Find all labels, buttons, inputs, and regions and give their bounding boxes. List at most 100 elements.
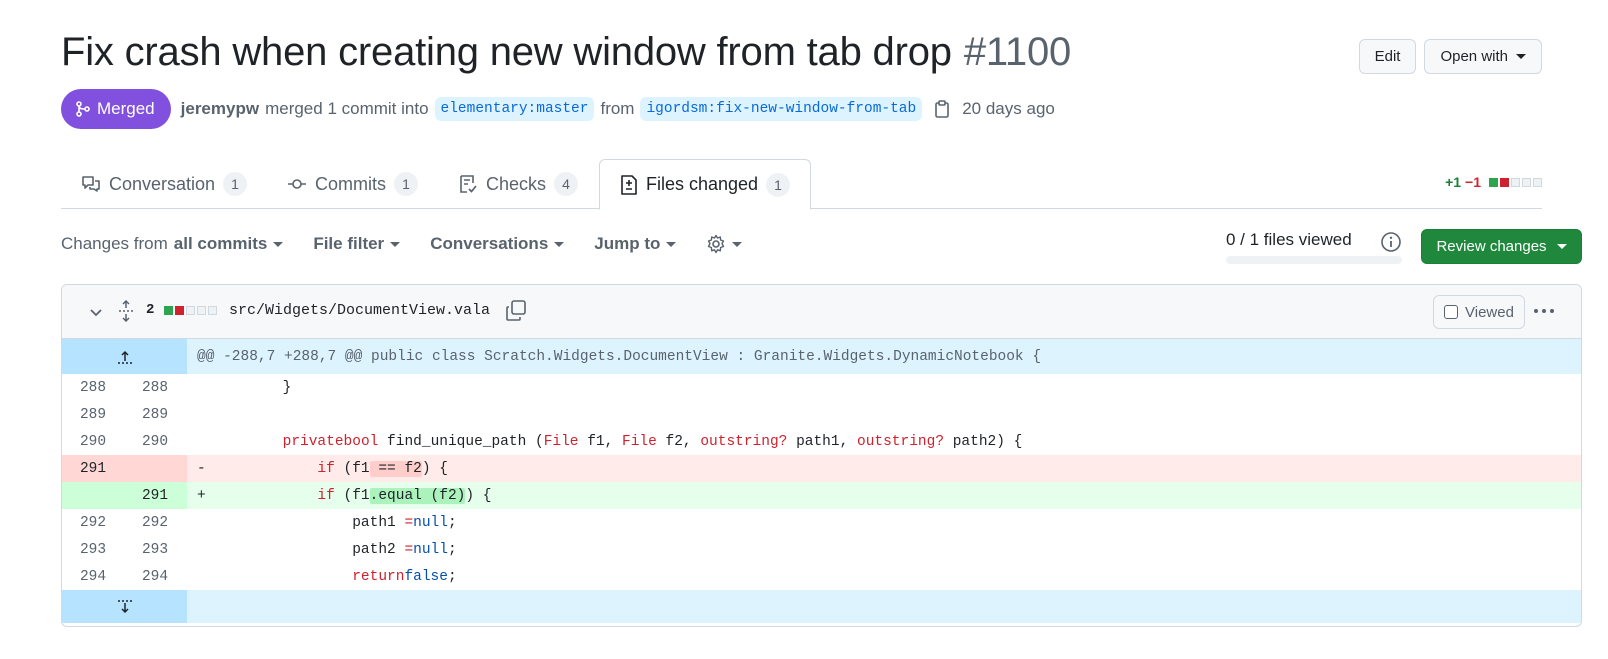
- diff-line-added: 291 + if (f1 .equal (f2)) {: [62, 482, 1581, 509]
- file-changes-count: 2: [146, 302, 218, 318]
- edit-button[interactable]: Edit: [1358, 39, 1417, 74]
- pr-meta: Merged jeremypw merged 1 commit into ele…: [61, 89, 1055, 129]
- deletions-count: −1: [1465, 174, 1481, 190]
- diff-table: @@ -288,7 +288,7 @@ public class Scratch…: [62, 339, 1581, 623]
- file-header: 2 src/Widgets/DocumentView.vala Viewed: [62, 285, 1581, 339]
- diff-line: 290 290 private bool find_unique_path (Fi…: [62, 428, 1581, 455]
- new-line-number[interactable]: 294: [124, 569, 186, 585]
- file-diff-icon: [621, 174, 637, 195]
- tab-commits-label: Commits: [315, 173, 386, 194]
- diffstat-block-neutral: [1533, 177, 1542, 187]
- tab-commits[interactable]: Commits 1: [267, 159, 438, 209]
- diff-settings-dropdown[interactable]: [706, 234, 743, 254]
- tab-files-changed[interactable]: Files changed 1: [599, 159, 812, 210]
- old-line-number[interactable]: 289: [62, 407, 124, 423]
- caret-down-icon: [1556, 244, 1567, 249]
- diff-line: 294 294 return false;: [62, 563, 1581, 590]
- viewed-checkbox[interactable]: [1444, 305, 1458, 319]
- files-viewed-bar: [1226, 256, 1402, 264]
- diff-line: 292 292 path1 = null;: [62, 509, 1581, 536]
- copy-branch-icon[interactable]: [934, 100, 950, 118]
- caret-down-icon: [554, 241, 565, 247]
- review-changes-button[interactable]: Review changes: [1421, 229, 1582, 264]
- diffstat: +1 −1: [1445, 174, 1542, 190]
- head-branch[interactable]: igordsm:fix-new-window-from-tab: [640, 97, 923, 121]
- base-branch[interactable]: elementary:master: [434, 97, 595, 121]
- old-line-number[interactable]: 293: [62, 542, 124, 558]
- expand-all-icon[interactable]: [117, 299, 135, 327]
- diffstat-block-deleted: [1500, 177, 1509, 187]
- file-changes-number: 2: [146, 302, 155, 318]
- caret-down-icon: [732, 241, 743, 247]
- file-filter-dropdown[interactable]: File filter: [313, 234, 401, 254]
- expand-down-row: [62, 590, 1581, 623]
- merged-status-label: Merged: [97, 99, 155, 118]
- tab-files-changed-label: Files changed: [646, 174, 759, 194]
- old-line-number[interactable]: 292: [62, 515, 124, 531]
- expand-up-button[interactable]: [62, 339, 187, 374]
- tab-commits-count: 1: [394, 172, 418, 196]
- new-line-number[interactable]: 289: [124, 407, 186, 423]
- diff-line: 288 288 }: [62, 374, 1581, 401]
- code-line: + if (f1 .equal (f2)) {: [187, 482, 1581, 509]
- caret-down-icon: [390, 241, 401, 247]
- added-marker: +: [197, 487, 206, 504]
- merged-badge: Merged: [61, 89, 171, 129]
- review-changes-label: Review changes: [1436, 238, 1547, 255]
- conversations-label: Conversations: [430, 234, 549, 253]
- old-line-number[interactable]: 288: [62, 380, 124, 396]
- diff-line: 293 293 path2 = null;: [62, 536, 1581, 563]
- diffstat-block-added: [164, 305, 174, 315]
- pr-tabs: Conversation 1 Commits 1 Checks 4 Files …: [61, 159, 1542, 210]
- kebab-horizontal-icon[interactable]: [1534, 309, 1554, 313]
- diff-line-removed: 291 - if (f1 == f2) {: [62, 455, 1581, 482]
- tab-files-changed-count: 1: [766, 172, 791, 197]
- tab-conversation-label: Conversation: [109, 173, 216, 194]
- checklist-icon: [460, 175, 477, 193]
- gear-icon: [708, 234, 725, 254]
- pr-number: #1100: [963, 30, 1072, 74]
- files-viewed-progress: 0 / 1 files viewed: [1226, 230, 1402, 264]
- code-line: private bool find_unique_path (File f1, …: [282, 433, 1023, 450]
- git-merge-icon: [76, 101, 90, 117]
- merged-text: merged 1 commit into: [265, 99, 429, 118]
- code-line: }: [187, 374, 1581, 401]
- new-line-number[interactable]: 290: [124, 434, 186, 450]
- jump-to-label: Jump to: [594, 234, 661, 253]
- copy-path-icon[interactable]: [505, 300, 527, 327]
- conversations-dropdown[interactable]: Conversations: [430, 234, 565, 254]
- old-line-number[interactable]: 291: [62, 461, 124, 477]
- jump-to-dropdown[interactable]: Jump to: [594, 234, 677, 254]
- diffstat-blocks: [1489, 177, 1542, 187]
- tab-conversation[interactable]: Conversation 1: [61, 159, 267, 209]
- old-line-number[interactable]: 290: [62, 434, 124, 450]
- expand-down-button[interactable]: [62, 590, 187, 623]
- new-line-number[interactable]: 292: [124, 515, 186, 531]
- open-with-button[interactable]: Open with: [1424, 39, 1542, 74]
- author-link[interactable]: jeremypw: [181, 99, 259, 119]
- files-viewed-text: 0 / 1 files viewed: [1226, 230, 1352, 249]
- new-line-number[interactable]: 288: [124, 380, 186, 396]
- tab-checks[interactable]: Checks 4: [438, 159, 598, 209]
- diffstat-block-neutral: [197, 305, 207, 315]
- diffstat-block-deleted: [175, 305, 185, 315]
- pr-title: Fix crash when creating new window from …: [61, 30, 1071, 75]
- new-line-number[interactable]: 293: [124, 542, 186, 558]
- code-line: return false;: [352, 568, 457, 585]
- file-diff: 2 src/Widgets/DocumentView.vala Viewed @…: [61, 284, 1582, 627]
- changes-from-prefix: Changes from: [61, 234, 168, 253]
- header-actions: Edit Open with: [1358, 39, 1542, 74]
- tab-checks-count: 4: [554, 172, 579, 196]
- chevron-down-icon[interactable]: [88, 304, 104, 325]
- code-line: - if (f1 == f2) {: [187, 455, 1581, 482]
- changes-from-dropdown[interactable]: Changes from all commits: [61, 234, 284, 254]
- viewed-checkbox-button[interactable]: Viewed: [1433, 295, 1525, 329]
- removed-highlight: == f2: [369, 460, 422, 477]
- info-icon[interactable]: [1380, 231, 1402, 258]
- added-highlight: .equal (f2): [369, 487, 466, 504]
- old-line-number[interactable]: 294: [62, 569, 124, 585]
- additions-count: +1: [1445, 174, 1462, 190]
- unfold-down-icon: [117, 599, 132, 613]
- file-path[interactable]: src/Widgets/DocumentView.vala: [229, 302, 490, 319]
- new-line-number[interactable]: 291: [124, 488, 186, 504]
